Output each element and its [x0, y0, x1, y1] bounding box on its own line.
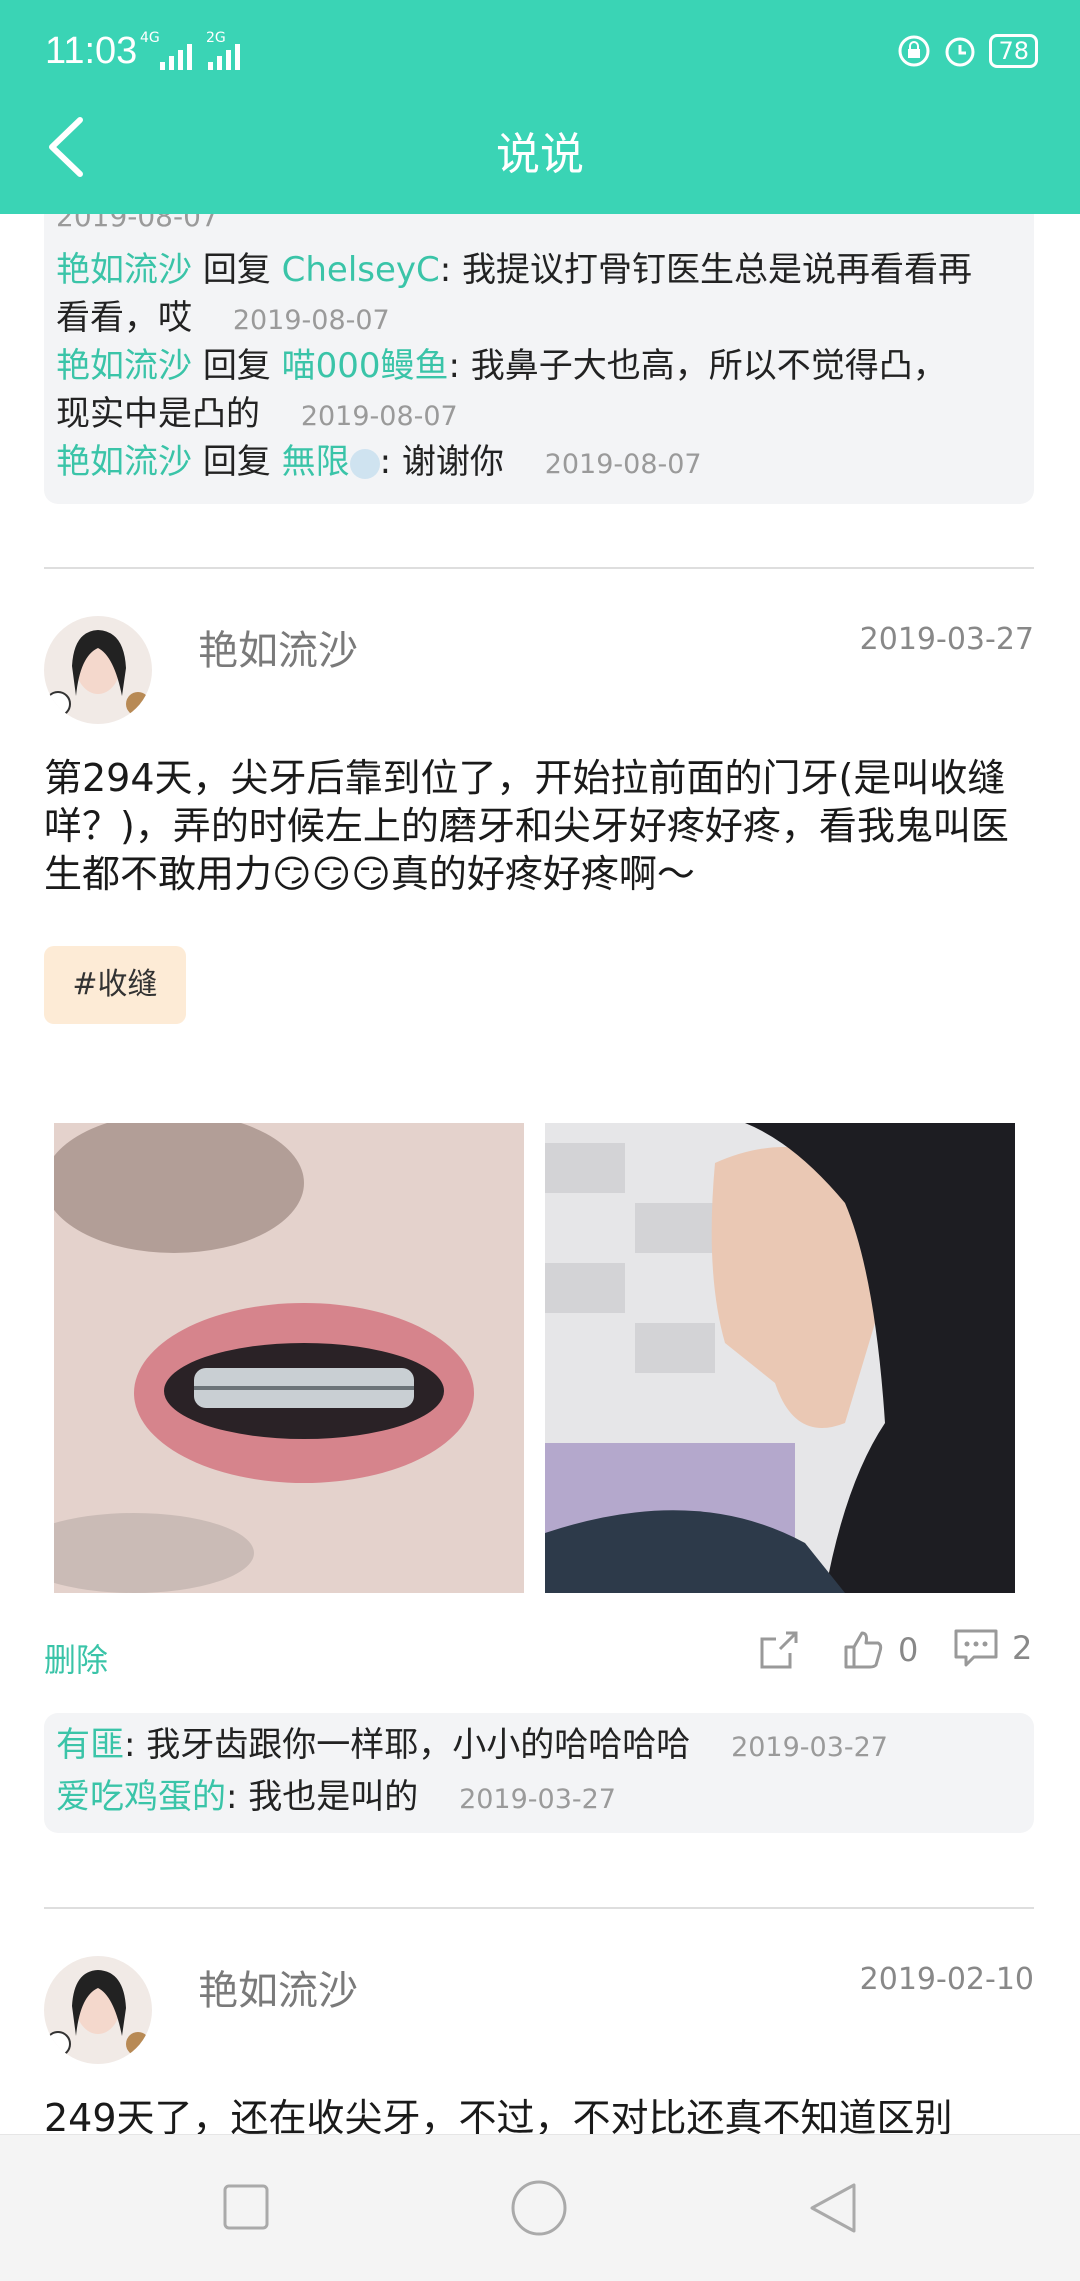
- post-date: 2019-03-27: [859, 622, 1034, 657]
- reply-target[interactable]: 喵000鳗鱼: [282, 346, 449, 386]
- reply-date: 2019-08-07: [300, 401, 458, 432]
- reply-verb: 回复: [202, 346, 271, 386]
- page-title: 说说: [496, 129, 584, 180]
- square-icon[interactable]: [222, 2183, 270, 2231]
- reply-author[interactable]: 艳如流沙: [56, 346, 192, 386]
- bubble-emoji-icon: [349, 448, 380, 479]
- post-text-line: 生都不敢用力😏😏😏真的好疼好疼啊～: [44, 852, 695, 896]
- reply-item[interactable]: 艳如流沙 回复 喵000鳗鱼: 我鼻子大也高，所以不觉得凸， 现实中是凸的 20…: [56, 342, 1022, 441]
- signal-4g: 4G: [140, 30, 160, 46]
- post-photo-teeth[interactable]: [54, 1123, 524, 1593]
- share-icon: [760, 1631, 798, 1669]
- comment-text: : 我也是叫的: [226, 1777, 419, 1817]
- reply-text-cont: 现实中是凸的: [56, 394, 260, 434]
- alarm-icon: [945, 37, 975, 67]
- reply-date: 2019-08-07: [232, 305, 390, 336]
- reply-panel: 2019-08-07 艳如流沙 回复 ChelseyC: 我提议打骨钉医生总是说…: [44, 214, 1034, 504]
- post-photo-profile[interactable]: [545, 1123, 1015, 1593]
- comment-panel: 有匪: 我牙齿跟你一样耶，小小的哈哈哈哈 2019-03-27 爱吃鸡蛋的: 我…: [44, 1713, 1034, 1833]
- like-count: 0: [898, 1631, 919, 1669]
- avatar[interactable]: [44, 616, 152, 724]
- comment-author[interactable]: 有匪: [56, 1725, 124, 1765]
- comment-date: 2019-03-27: [459, 1784, 616, 1815]
- comment-button[interactable]: 2: [952, 1627, 1032, 1669]
- like-button[interactable]: 0: [840, 1627, 918, 1673]
- avatar[interactable]: [44, 1956, 152, 2064]
- reply-text: : 我鼻子大也高，所以不觉得凸，: [448, 346, 947, 386]
- post-text: 249天了，还在收尖牙，不过，不对比还真不知道区别: [44, 2096, 953, 2134]
- post-text-line: 第294天，尖牙后靠到位了，开始拉前面的门牙(是叫收缝: [44, 756, 1006, 800]
- reply-text: : 我提议打骨钉医生总是说再看看再: [439, 250, 973, 290]
- circle-icon[interactable]: [510, 2179, 568, 2237]
- comment-item[interactable]: 有匪: 我牙齿跟你一样耶，小小的哈哈哈哈 2019-03-27: [56, 1721, 1022, 1772]
- post-username[interactable]: 艳如流沙: [198, 1958, 358, 2016]
- reply-item[interactable]: 艳如流沙 回复 ChelseyC: 我提议打骨钉医生总是说再看看再 看看，哎 2…: [56, 246, 1022, 345]
- photo-image: [545, 1123, 1015, 1593]
- reply-target[interactable]: 無限: [282, 442, 350, 482]
- divider: [44, 567, 1034, 569]
- share-button[interactable]: [756, 1627, 802, 1673]
- reply-date: 2019-08-07: [544, 449, 702, 480]
- post-tag[interactable]: #收缝: [44, 946, 186, 1024]
- status-time: 11:03: [45, 30, 138, 72]
- triangle-icon[interactable]: [806, 2181, 860, 2235]
- lock-rotation-icon: [898, 35, 930, 67]
- battery-indicator: 78: [989, 34, 1038, 68]
- app-header: 11:03 4G 2G 78 说说: [0, 0, 1080, 214]
- signal-bars-icon: [208, 44, 240, 70]
- delete-button[interactable]: 删除: [44, 1635, 108, 1681]
- divider: [44, 1907, 1034, 1909]
- avatar-image: [44, 616, 152, 724]
- reply-verb: 回复: [202, 442, 271, 482]
- comment-icon: [954, 1629, 998, 1667]
- avatar-image: [44, 1956, 152, 2064]
- signal-bars-icon: [160, 44, 192, 70]
- post-text: 第294天，尖牙后靠到位了，开始拉前面的门牙(是叫收缝 咩？)，弄的时候左上的磨…: [44, 754, 1039, 898]
- feed[interactable]: 2019-08-07 艳如流沙 回复 ChelseyC: 我提议打骨钉医生总是说…: [0, 214, 1080, 2134]
- photo-image: [54, 1123, 524, 1593]
- post-date: 2019-02-10: [859, 1962, 1034, 1997]
- comment-count: 2: [1012, 1629, 1033, 1667]
- reply-author[interactable]: 艳如流沙: [56, 442, 192, 482]
- reply-verb: 回复: [202, 250, 271, 290]
- reply-text-cont: 看看，哎: [56, 298, 192, 338]
- status-icons: 78: [897, 34, 1038, 68]
- partial-date: 2019-08-07: [56, 214, 219, 233]
- reply-target[interactable]: ChelseyC: [282, 250, 440, 290]
- system-nav-bar: [0, 2134, 1080, 2281]
- comment-author[interactable]: 爱吃鸡蛋的: [56, 1777, 226, 1817]
- reply-author[interactable]: 艳如流沙: [56, 250, 192, 290]
- comment-date: 2019-03-27: [731, 1732, 888, 1763]
- comment-item[interactable]: 爱吃鸡蛋的: 我也是叫的 2019-03-27: [56, 1773, 1022, 1824]
- post-text-line: 咩？)，弄的时候左上的磨牙和尖牙好疼好疼，看我鬼叫医: [44, 804, 1009, 848]
- thumb-up-icon: [844, 1631, 883, 1669]
- post-username[interactable]: 艳如流沙: [198, 618, 358, 676]
- reply-item[interactable]: 艳如流沙 回复 無限 : 谢谢你 2019-08-07: [56, 438, 1022, 489]
- reply-text: : 谢谢你: [379, 442, 504, 482]
- comment-text: : 我牙齿跟你一样耶，小小的哈哈哈哈: [124, 1725, 691, 1765]
- post-actions: 删除 0 2: [44, 1627, 1036, 1687]
